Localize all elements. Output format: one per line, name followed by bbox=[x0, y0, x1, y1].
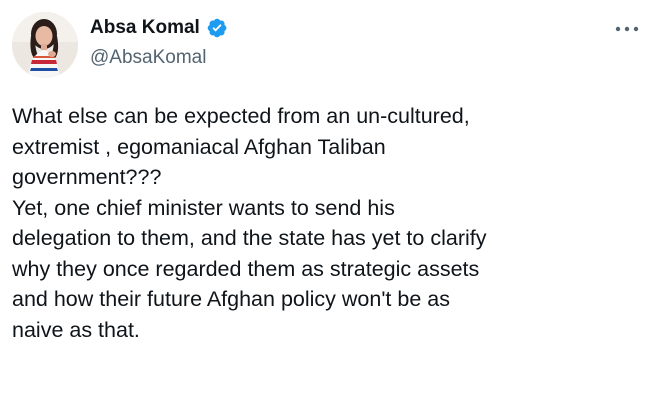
author-name-row: Absa Komal bbox=[90, 16, 228, 40]
tweet-card: Absa Komal @AbsaKomal What else can be e… bbox=[0, 0, 654, 416]
verified-badge-icon bbox=[206, 17, 228, 39]
more-horizontal-icon bbox=[615, 26, 639, 32]
tweet-text-line: why they once regarded them as strategic… bbox=[12, 256, 480, 281]
tweet-text-line: extremist , egomaniacal Afghan Taliban bbox=[12, 134, 386, 159]
tweet-text-line: and how their future Afghan policy won't… bbox=[12, 287, 450, 311]
more-options-button[interactable] bbox=[612, 20, 642, 38]
tweet-text-line: naive as that. bbox=[12, 317, 140, 342]
tweet-text: What else can be expected from an un-cul… bbox=[12, 101, 640, 345]
author-display-name[interactable]: Absa Komal bbox=[90, 16, 200, 40]
author-handle[interactable]: @AbsaKomal bbox=[90, 46, 206, 70]
tweet-text-line: delegation to them, and the state has ye… bbox=[12, 226, 487, 250]
tweet-text-line: government??? bbox=[12, 165, 162, 189]
tweet-text-line: Yet, one chief minister wants to send hi… bbox=[12, 195, 395, 220]
avatar[interactable] bbox=[12, 12, 78, 78]
avatar-image bbox=[12, 12, 78, 78]
tweet-text-line: What else can be expected from an un-cul… bbox=[12, 104, 470, 128]
